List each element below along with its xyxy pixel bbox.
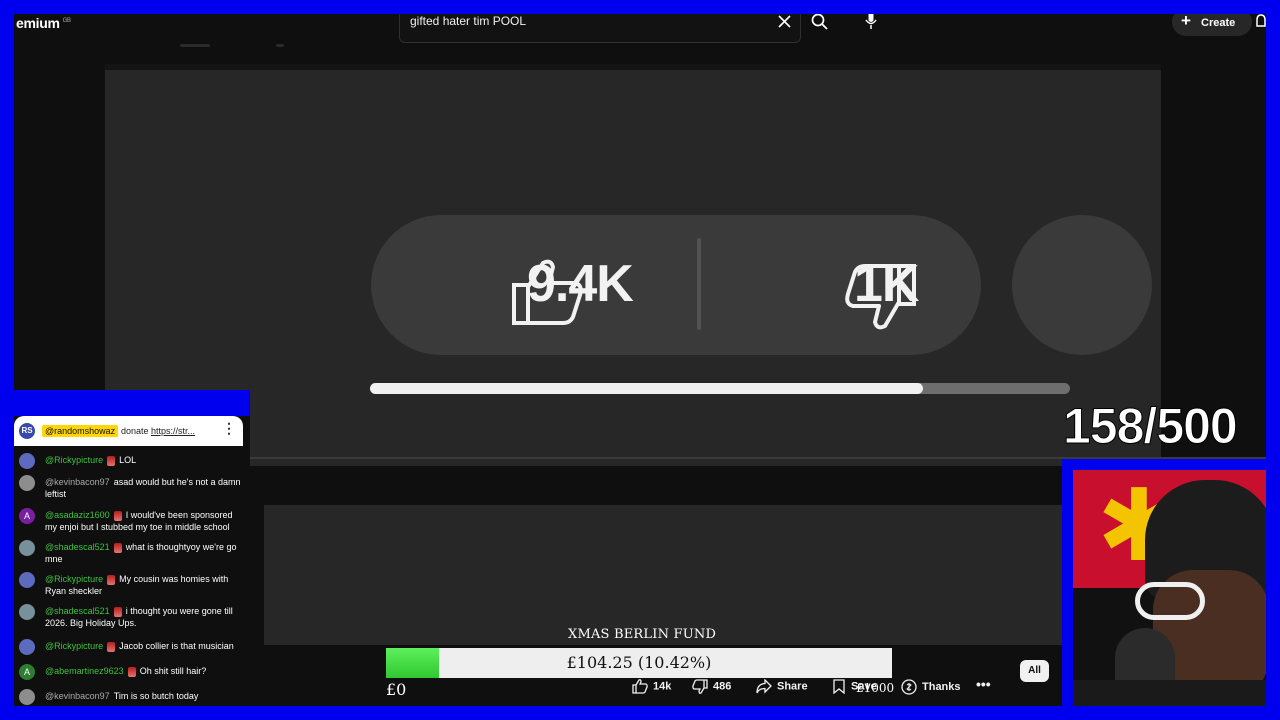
pinned-avatar: RS (19, 423, 35, 439)
plus-icon: + (1181, 14, 1191, 30)
chat-avatar[interactable] (19, 453, 35, 469)
thanks-icon (901, 679, 917, 695)
chat-text: @Rickypicture Jacob collier is that music… (45, 640, 245, 652)
chat-author[interactable]: @Rickypicture (45, 574, 103, 584)
chat-message-text: Jacob collier is that musician (119, 641, 234, 651)
search-query: gifted hater tim POOL (410, 14, 527, 28)
share-icon (756, 678, 772, 694)
chat-text: @shadescal521 what is thoughtyoy we're go… (45, 541, 245, 565)
microphone-icon[interactable] (865, 14, 877, 30)
chat-text: @Rickypicture My cousin was homies with R… (45, 573, 245, 597)
search-icon[interactable] (811, 14, 828, 30)
pinned-author: @randomshowaz (42, 425, 119, 437)
share-button[interactable]: Share (756, 678, 808, 694)
notifications-bell-icon[interactable] (1255, 14, 1266, 30)
clear-search-icon[interactable] (778, 15, 791, 28)
chat-avatar[interactable] (19, 689, 35, 705)
like-button[interactable]: 14k (632, 679, 671, 694)
chat-avatar[interactable] (19, 540, 35, 556)
member-badge-icon (113, 542, 122, 553)
chat-avatar[interactable]: A (19, 664, 35, 680)
chat-avatar[interactable] (19, 572, 35, 588)
top-bar: emium GB gifted hater tim POOL + Create (14, 14, 1266, 58)
sunglasses (1135, 582, 1205, 620)
chat-avatar[interactable] (19, 475, 35, 491)
chat-author[interactable]: @asadaziz1600 (45, 510, 110, 520)
dislike-button[interactable]: 486 (692, 679, 731, 694)
chat-avatar[interactable] (19, 639, 35, 655)
live-chat: @Rickypicture LOL @kevinbacon97 asad would … (14, 416, 250, 706)
pinned-text: donate https://str... (121, 426, 196, 436)
share-pill-partial[interactable] (1012, 215, 1152, 355)
dislike-icon (692, 679, 708, 694)
chat-text: @kevinbacon97 asad would but he's not a d… (45, 476, 245, 500)
fund-max-label: £1000 (856, 681, 895, 695)
nav-indicator (276, 44, 284, 47)
fund-amount: £104.25 (10.42%) (566, 653, 712, 672)
pill-divider (697, 238, 701, 330)
member-badge-icon (113, 510, 122, 521)
chat-author[interactable]: @shadescal521 (45, 606, 110, 616)
chat-author[interactable]: @abemartinez9623 (45, 666, 124, 676)
thanks-button[interactable]: Thanks (901, 679, 961, 695)
chat-avatar[interactable] (19, 604, 35, 620)
create-button[interactable]: + Create (1172, 14, 1252, 36)
bookmark-icon (833, 679, 845, 695)
member-badge-icon (113, 606, 122, 617)
chat-author[interactable]: @Rickypicture (45, 455, 103, 465)
chat-text: @asadaziz1600 I would've been sponsored m… (45, 509, 245, 533)
shirt (1073, 680, 1266, 706)
brand-logo[interactable]: emium GB (16, 15, 71, 31)
chat-message-text: Tim is so butch today (113, 691, 199, 701)
chat-text: @kevinbacon97 Tim is so butch today (45, 690, 245, 702)
chip-all[interactable]: All (1020, 660, 1049, 682)
goal-counter: 158/500 (1063, 398, 1239, 455)
description-area (264, 505, 1064, 645)
nav-indicator (180, 44, 210, 47)
pinned-link[interactable]: https://str... (151, 426, 195, 436)
chat-message-text: Oh shit still hair? (139, 666, 207, 676)
fund-min-label: £0 (386, 680, 407, 699)
playback-progress-fill (370, 383, 923, 394)
member-badge-icon (107, 641, 116, 652)
video-top-edge (105, 64, 1161, 70)
fund-title: XMAS BERLIN FUND (568, 627, 717, 642)
member-badge-icon (107, 455, 116, 466)
chat-text: @shadescal521 i thought you were gone til… (45, 605, 245, 629)
chat-text: @Rickypicture LOL (45, 454, 245, 466)
member-badge-icon (107, 574, 116, 585)
more-options-icon[interactable]: ⋮ (222, 421, 236, 435)
chat-author[interactable]: @Rickypicture (45, 641, 103, 651)
chat-avatar[interactable]: A (19, 508, 35, 524)
like-icon (632, 679, 648, 694)
pinned-message[interactable]: RS @randomshowaz donate https://str... ⋮ (14, 416, 243, 446)
chat-text: @abemartinez9623 Oh shit still hair? (45, 665, 245, 677)
video-like-count: 9.4K (527, 255, 634, 313)
webcam-feed: ✱ (1073, 470, 1266, 706)
chat-author[interactable]: @shadescal521 (45, 542, 110, 552)
video-dislike-count: 1K (854, 255, 919, 313)
chat-message-text: LOL (119, 455, 137, 465)
member-badge-icon (127, 666, 136, 677)
chat-author[interactable]: @kevinbacon97 (45, 691, 110, 701)
more-actions-icon[interactable]: ••• (976, 676, 991, 692)
chat-author[interactable]: @kevinbacon97 (45, 477, 110, 487)
